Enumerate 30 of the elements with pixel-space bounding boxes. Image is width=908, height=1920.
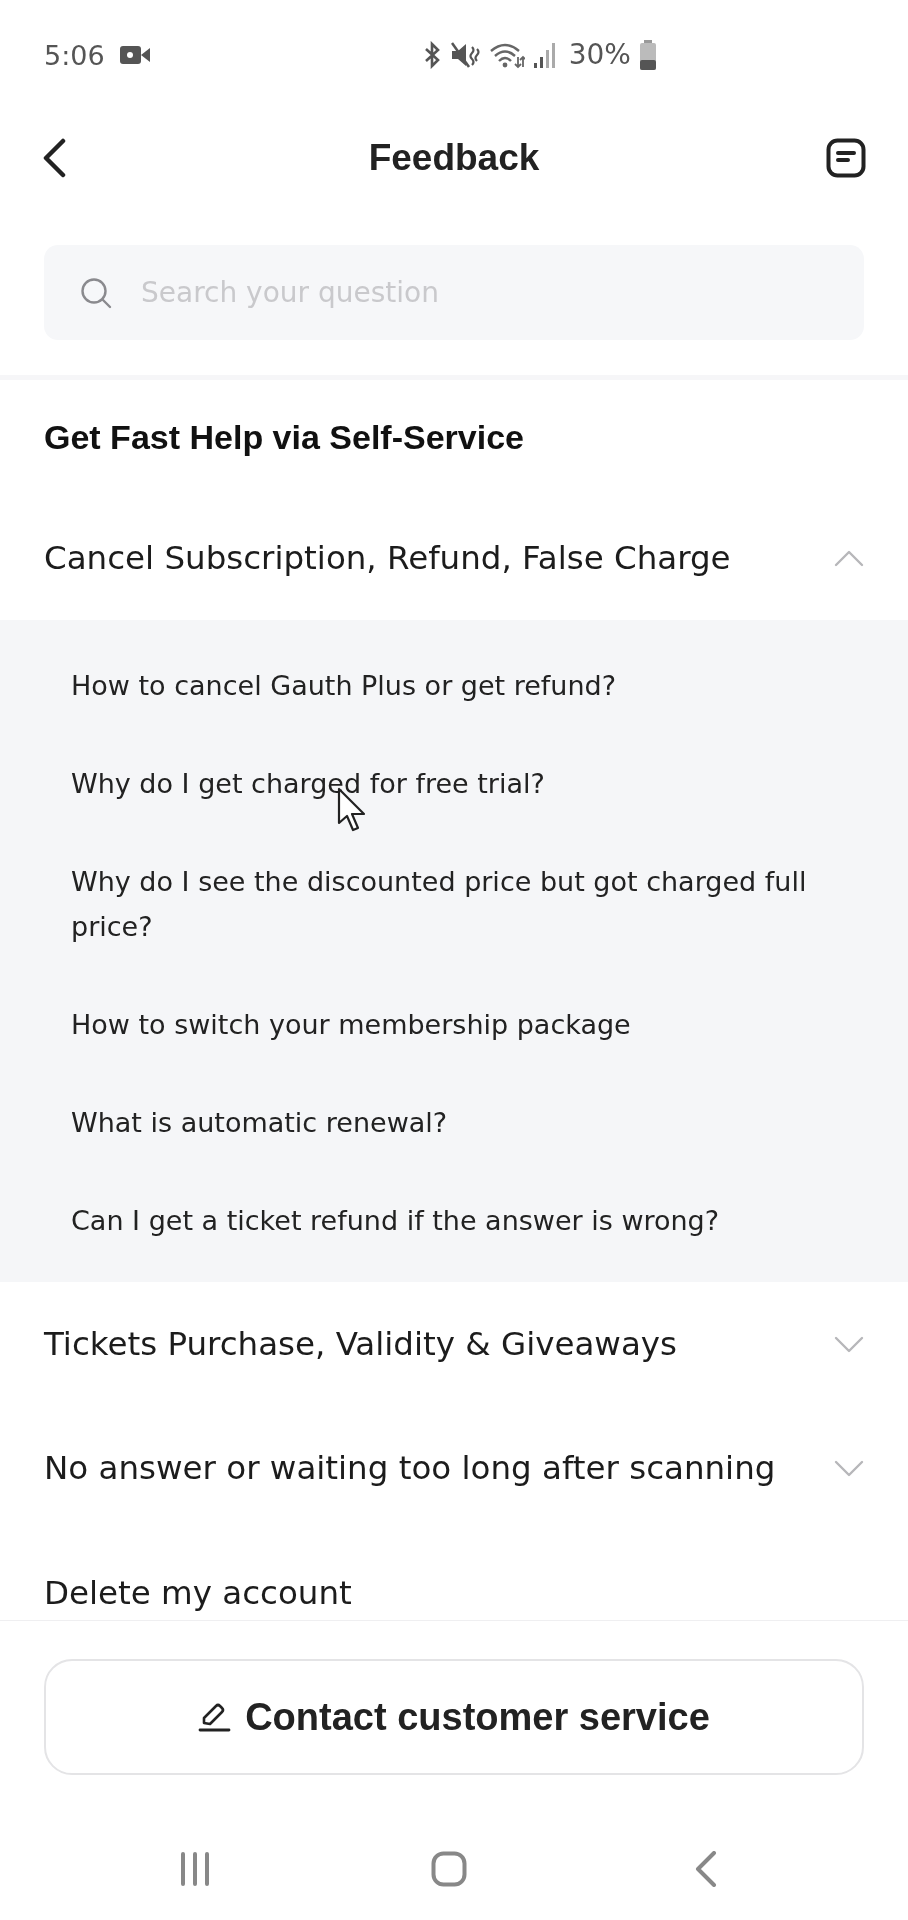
- home-icon[interactable]: [431, 1851, 467, 1887]
- question-link[interactable]: Can I get a ticket refund if the answer is wrong?: [71, 1198, 720, 1243]
- document-icon[interactable]: [826, 137, 866, 178]
- chevron-down-icon[interactable]: [834, 1335, 864, 1353]
- category-title[interactable]: Cancel Subscription, Refund, False Charge: [44, 537, 731, 579]
- category-title[interactable]: Tickets Purchase, Validity & Giveaways: [44, 1323, 677, 1365]
- question-link[interactable]: What is automatic renewal?: [71, 1100, 448, 1145]
- muted-speaker-icon: [450, 41, 481, 69]
- chevron-down-icon[interactable]: [834, 1459, 864, 1477]
- recent-apps-icon[interactable]: [180, 1852, 210, 1886]
- video-camera-icon: [119, 45, 150, 65]
- battery-icon: [638, 40, 657, 70]
- section-heading: Get Fast Help via Self-Service: [44, 418, 524, 456]
- wifi-icon: [488, 41, 525, 69]
- category-title[interactable]: Delete my account: [44, 1572, 352, 1614]
- pencil-icon: [198, 1702, 232, 1732]
- chevron-up-icon[interactable]: [834, 549, 864, 567]
- back-chevron-icon[interactable]: [42, 137, 66, 178]
- question-link[interactable]: Why do I see the discounted price but got charged full price?: [71, 859, 851, 949]
- question-link[interactable]: How to cancel Gauth Plus or get refund?: [71, 663, 617, 708]
- battery-percentage: 30%: [568, 41, 631, 69]
- clock-time: 5:06: [44, 41, 105, 69]
- signal-bars-icon: [532, 41, 555, 69]
- category-title[interactable]: No answer or waiting too long after scanning: [44, 1447, 776, 1489]
- back-icon[interactable]: [695, 1851, 717, 1887]
- contact-customer-service-button[interactable]: Contact customer service: [44, 1659, 864, 1775]
- question-link[interactable]: How to switch your membership package: [71, 1002, 631, 1047]
- question-link[interactable]: Why do I get charged for free trial?: [71, 761, 545, 806]
- search-icon: [80, 277, 112, 309]
- page-title: Feedback: [368, 136, 540, 178]
